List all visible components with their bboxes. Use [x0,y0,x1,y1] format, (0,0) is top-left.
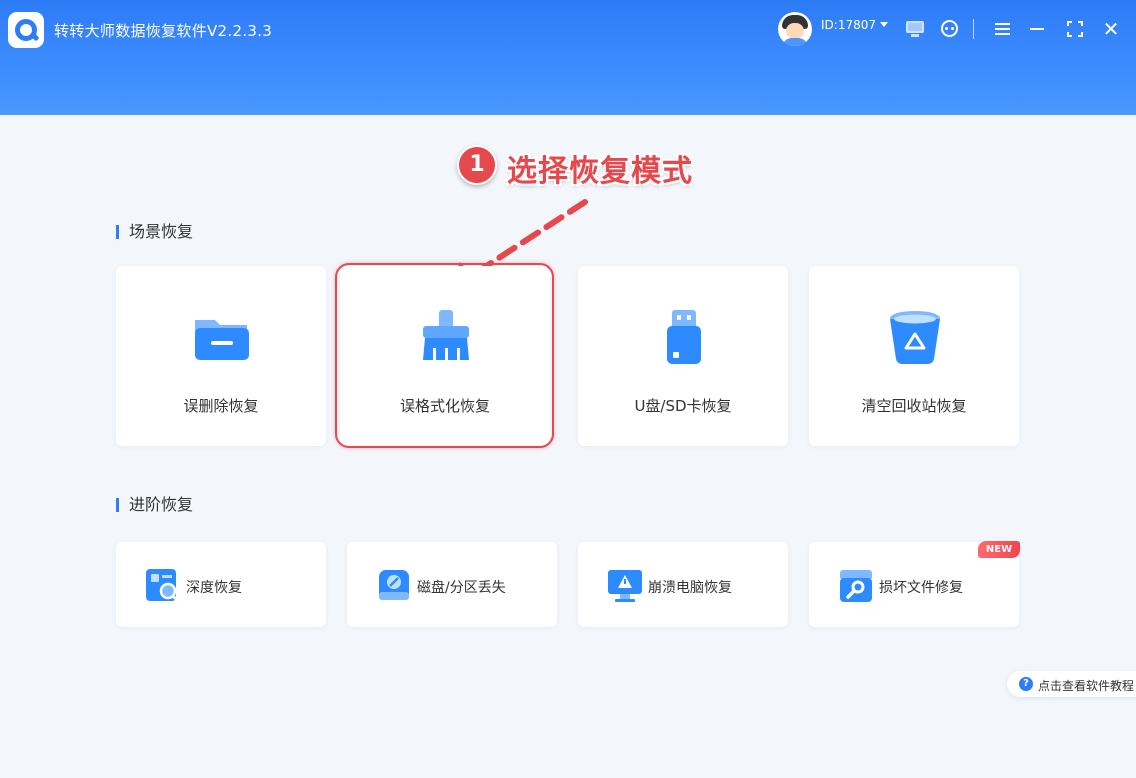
card-deep-recovery[interactable]: 深度恢复 [116,542,326,627]
card-mistaken-delete[interactable]: 误删除恢复 [116,266,326,446]
app-logo-icon [8,12,44,48]
minimize-icon[interactable] [1026,18,1048,40]
step-instruction: 选择恢复模式 [507,154,693,189]
card-label: U盘/SD卡恢复 [634,397,732,415]
card-usb-sd-recovery[interactable]: U盘/SD卡恢复 [578,266,788,446]
card-label: 误删除恢复 [183,397,259,415]
recycle-bin-icon [884,306,946,368]
highlight-frame [335,263,554,448]
card-label: 崩溃电脑恢复 [648,580,732,596]
support-icon[interactable] [939,18,961,40]
chevron-down-icon[interactable] [880,22,888,27]
title-bar: 转转大师数据恢复软件V2.2.3.3 ID:17807 ✕ [0,0,1136,115]
disk-icon [375,566,413,604]
card-label: 清空回收站恢复 [861,397,967,415]
card-recycle-bin-recovery[interactable]: 清空回收站恢复 [809,266,1019,446]
new-badge: NEW [978,541,1020,558]
card-label: 损坏文件修复 [879,580,963,596]
app-title: 转转大师数据恢复软件V2.2.3.3 [54,22,273,40]
card-crashed-pc-recovery[interactable]: 崩溃电脑恢复 [578,542,788,627]
header-divider [973,19,974,39]
tutorial-link[interactable]: ? 点击查看软件教程 [1007,671,1136,697]
section-title-advanced: 进阶恢复 [116,497,193,513]
step-number-badge: 1 [457,145,497,185]
tutorial-link-text: 点击查看软件教程 [1038,679,1135,693]
monitor-icon[interactable] [904,18,926,40]
usb-drive-icon [653,306,715,368]
card-disk-partition-loss[interactable]: 磁盘/分区丢失 [347,542,557,627]
folder-icon [191,306,253,368]
user-avatar[interactable] [778,12,812,46]
menu-icon[interactable] [992,18,1014,40]
card-label: 磁盘/分区丢失 [417,580,506,596]
file-repair-icon [837,566,875,604]
section-title-scenario: 场景恢复 [116,224,193,240]
user-id-label[interactable]: ID:17807 [821,18,876,32]
crashed-pc-icon [606,566,644,604]
card-label: 深度恢复 [186,580,242,596]
help-icon: ? [1019,677,1033,691]
close-icon[interactable]: ✕ [1100,18,1122,40]
maximize-icon[interactable] [1064,18,1086,40]
deep-scan-icon [144,566,182,604]
